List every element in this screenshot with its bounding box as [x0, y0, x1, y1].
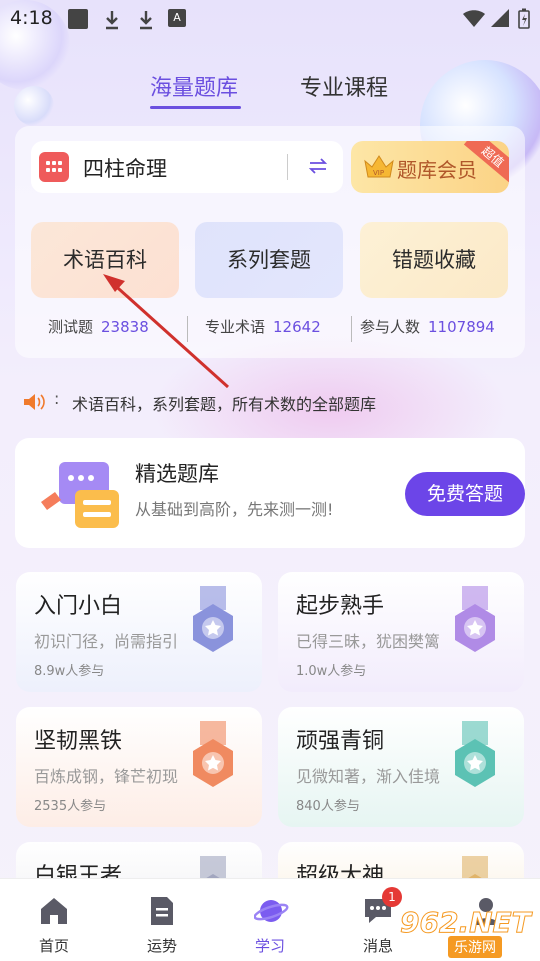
level-subtitle: 初识门径，尚需指引	[34, 632, 179, 651]
wifi-icon	[463, 10, 485, 27]
notification-app-icon	[68, 9, 88, 29]
level-participants: 2535人参与	[34, 799, 107, 814]
nav-label: 学习	[254, 937, 285, 955]
stat-label: 测试题	[48, 318, 94, 336]
svg-text:VIP: VIP	[373, 169, 384, 177]
tab-pro-course[interactable]: 专业课程	[300, 70, 388, 102]
wrong-questions-button[interactable]: 错题收藏	[360, 222, 508, 298]
stat-value: 1107894	[428, 318, 495, 336]
planet-icon	[254, 900, 289, 922]
free-answer-button[interactable]: 免费答题	[405, 472, 525, 516]
stat-value: 12642	[273, 318, 321, 336]
swap-arrows-icon[interactable]	[307, 156, 329, 176]
level-participants: 1.0w人参与	[296, 664, 367, 679]
status-time: 4:18	[10, 7, 53, 29]
medal-icon	[193, 586, 233, 652]
stats-row: 测试题 23838 专业术语 12642 参与人数 1107894	[15, 316, 525, 342]
notice-bar: : 术语百科，系列套题，所有术数的全部题库	[0, 386, 540, 416]
medal-icon	[455, 586, 495, 652]
level-participants: 8.9w人参与	[34, 664, 105, 679]
watermark-text: 乐游网	[448, 936, 502, 958]
site-watermark: 962.NET 乐游网	[400, 906, 538, 958]
divider	[287, 154, 288, 180]
question-list-icon	[41, 462, 119, 528]
category-label: 四柱命理	[83, 157, 167, 181]
level-card-beginner[interactable]: 入门小白 初识门径，尚需指引 8.9w人参与	[16, 572, 262, 692]
nav-study[interactable]: 学习	[230, 879, 310, 961]
stat-label: 参与人数	[360, 318, 421, 336]
level-participants: 840人参与	[296, 799, 360, 814]
featured-question-bank[interactable]: 精选题库 从基础到高阶，先来测一测! 免费答题	[15, 438, 525, 548]
nav-home[interactable]: 首页	[14, 879, 94, 961]
notice-colon: :	[54, 389, 60, 408]
level-title: 入门小白	[34, 594, 123, 619]
level-title: 起步熟手	[296, 594, 385, 619]
tab-question-bank[interactable]: 海量题库	[150, 70, 238, 102]
level-title: 顽强青铜	[296, 729, 385, 754]
level-subtitle: 已得三昧，犹困樊篱	[296, 632, 441, 651]
vip-crown-icon: VIP	[364, 155, 394, 178]
speaker-icon	[24, 394, 45, 410]
active-tab-indicator	[150, 106, 241, 109]
keyboard-a-icon: A	[168, 9, 186, 27]
medal-icon	[455, 721, 495, 787]
level-subtitle: 百炼成钢，锋芒初现	[34, 767, 179, 786]
document-icon	[151, 897, 173, 925]
top-tabs: 海量题库 专业课程	[0, 70, 540, 114]
download-icon	[106, 11, 118, 30]
vip-member-button[interactable]: VIP 题库会员 超值	[351, 141, 509, 193]
question-bank-card: 四柱命理 VIP 题库会员 超值 术语百科 系列套题 错题收藏 测试题 23838…	[15, 126, 525, 358]
unread-badge: 1	[382, 887, 402, 907]
signal-icon	[491, 9, 509, 27]
watermark-logo: 962.NET	[400, 906, 532, 940]
notice-text: 术语百科，系列套题，所有术数的全部题库	[72, 395, 377, 414]
home-icon	[41, 898, 67, 924]
level-card-skilled[interactable]: 起步熟手 已得三昧，犹困樊篱 1.0w人参与	[278, 572, 524, 692]
vip-label: 题库会员	[397, 158, 477, 182]
level-title: 坚韧黑铁	[34, 729, 123, 754]
featured-title: 精选题库	[135, 462, 219, 486]
featured-subtitle: 从基础到高阶，先来测一测!	[135, 500, 334, 519]
category-selector[interactable]: 四柱命理	[31, 141, 343, 193]
level-card-iron[interactable]: 坚韧黑铁 百炼成钢，锋芒初现 2535人参与	[16, 707, 262, 827]
nav-label: 运势	[146, 937, 177, 955]
nav-fortune[interactable]: 运势	[122, 879, 202, 961]
divider	[351, 316, 352, 342]
annotation-arrow	[103, 274, 230, 389]
level-subtitle: 见微知著，渐入佳境	[296, 767, 441, 786]
nav-label: 首页	[38, 937, 69, 955]
download-icon	[140, 11, 152, 30]
battery-icon	[518, 8, 530, 29]
calendar-grid-icon	[39, 152, 69, 182]
medal-icon	[193, 721, 233, 787]
stat-participants: 参与人数 1107894	[360, 316, 495, 337]
status-bar: 4:18 A	[0, 0, 540, 36]
level-card-bronze[interactable]: 顽强青铜 见微知著，渐入佳境 840人参与	[278, 707, 524, 827]
